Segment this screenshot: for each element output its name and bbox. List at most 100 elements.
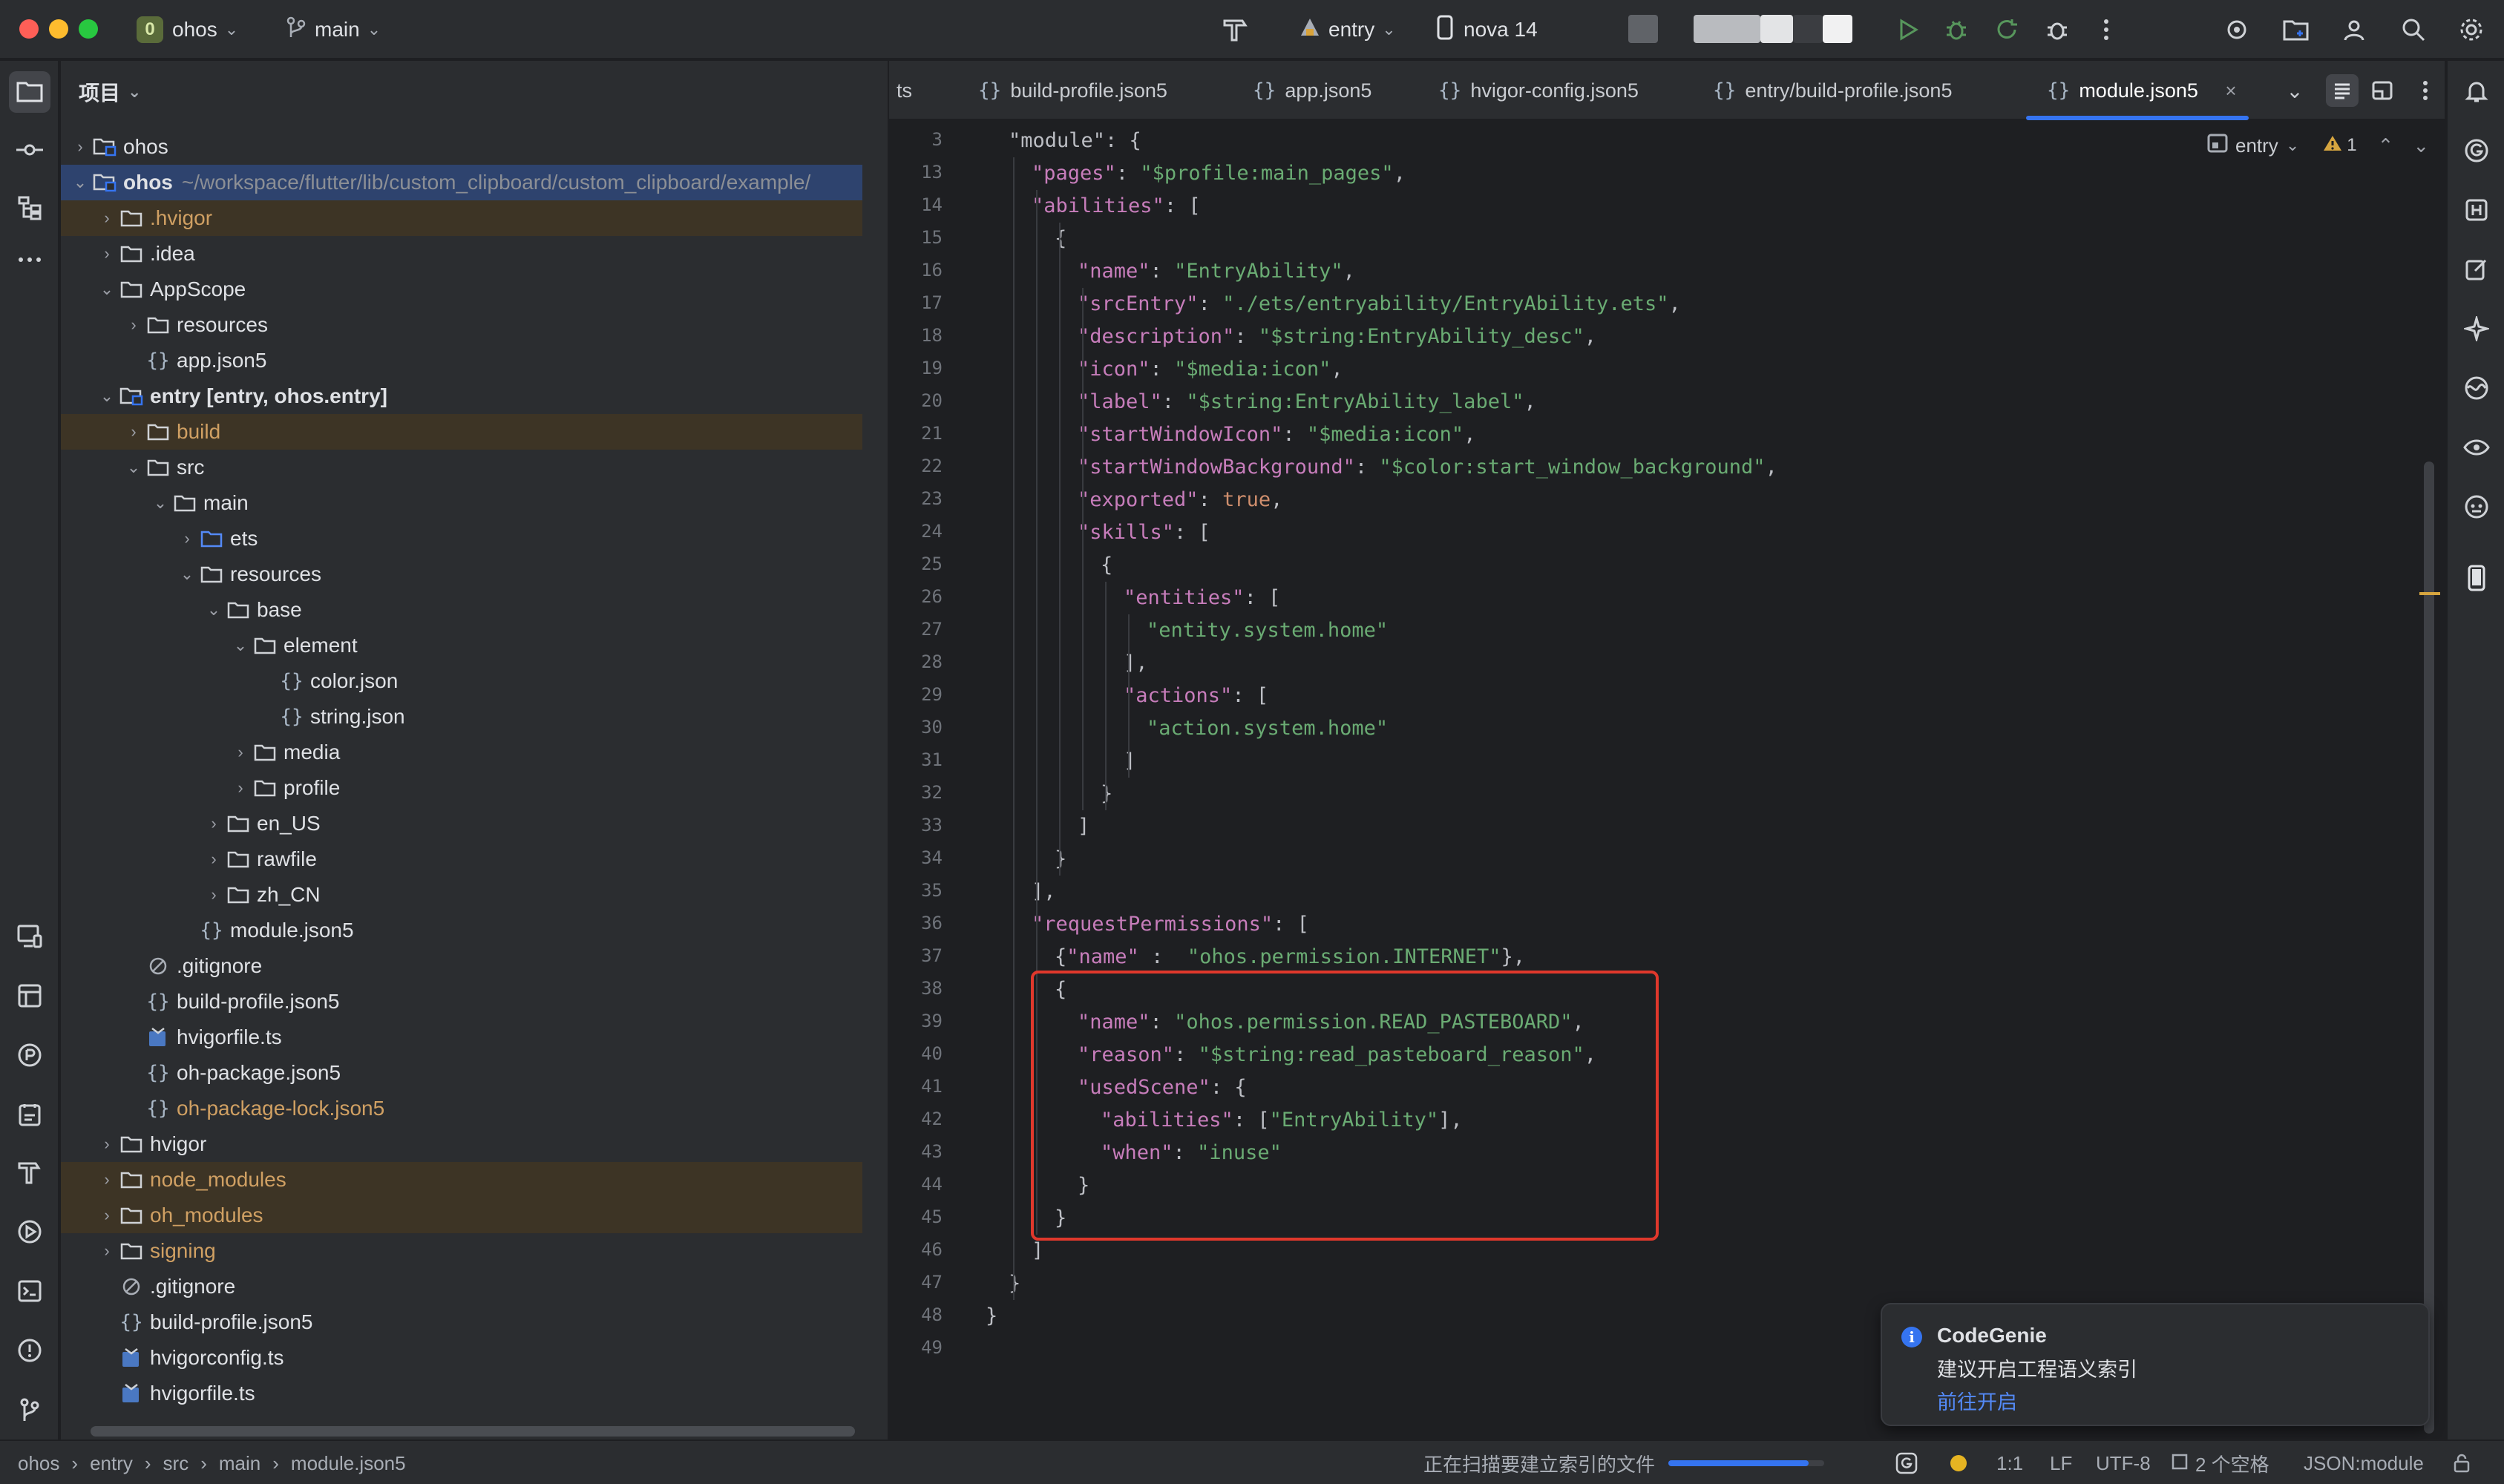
tree-item[interactable]: ⌄ AppScope xyxy=(61,272,862,307)
codegenie-icon[interactable] xyxy=(2221,13,2253,46)
breadcrumb-item[interactable]: ohos xyxy=(18,1452,59,1475)
commit-icon[interactable] xyxy=(9,129,50,171)
tree-item[interactable]: hvigorfile.ts xyxy=(61,1020,862,1055)
terminal-icon[interactable] xyxy=(9,1270,50,1312)
tree-item[interactable]: › signing xyxy=(61,1233,862,1269)
chevron-right-icon[interactable]: › xyxy=(95,209,119,228)
version-control-icon[interactable] xyxy=(9,1389,50,1431)
zoom-window-button[interactable] xyxy=(79,19,98,39)
chevron-right-icon[interactable]: › xyxy=(122,422,145,441)
tree-item[interactable]: {} build-profile.json5 xyxy=(61,1304,862,1340)
tree-item[interactable]: › media xyxy=(61,735,862,770)
project-switcher[interactable]: 0 ohos ⌄ xyxy=(137,15,238,45)
project-panel-header[interactable]: 项目 ⌄ xyxy=(79,76,141,108)
more-vertical-icon[interactable] xyxy=(2090,13,2123,46)
hammer-icon[interactable] xyxy=(1219,13,1251,46)
tree-item[interactable]: ⌄ element xyxy=(61,628,862,663)
tree-item[interactable]: › ohos xyxy=(61,129,862,165)
tree-item[interactable]: › hvigor xyxy=(61,1126,862,1162)
breadcrumb-item[interactable]: src xyxy=(163,1452,189,1475)
chevron-down-icon[interactable]: ⌄ xyxy=(95,387,119,406)
device-manager-icon[interactable] xyxy=(9,916,50,957)
tree-item[interactable]: › .idea xyxy=(61,236,862,272)
run-tool-icon[interactable] xyxy=(9,1211,50,1252)
harmony-h-icon[interactable] xyxy=(2457,190,2497,230)
chevron-right-icon[interactable]: › xyxy=(95,1135,119,1154)
warning-marker[interactable] xyxy=(2419,592,2440,595)
chevron-right-icon[interactable]: › xyxy=(68,137,92,157)
caret-position[interactable]: 1:1 xyxy=(1996,1451,2023,1475)
more-vertical-icon[interactable] xyxy=(2409,74,2442,107)
ai-sparkle-icon[interactable] xyxy=(2457,309,2497,349)
chevron-right-icon[interactable]: › xyxy=(95,244,119,263)
run-config-selector[interactable]: entry ⌄ xyxy=(1299,15,1396,45)
tree-item[interactable]: › resources xyxy=(61,307,862,343)
problems-icon[interactable] xyxy=(9,1330,50,1371)
chevron-down-icon[interactable]: ⌄ xyxy=(122,458,145,477)
tree-item[interactable]: hvigorconfig.ts xyxy=(61,1340,862,1376)
close-window-button[interactable] xyxy=(19,19,39,39)
next-highlight-chevron-icon[interactable]: ⌄ xyxy=(2413,134,2429,157)
previous-highlight-chevron-icon[interactable]: ⌃ xyxy=(2378,134,2394,157)
more-horizontal-icon[interactable] xyxy=(9,239,50,280)
notification-enable-link[interactable]: 前往开启 xyxy=(1937,1386,2017,1415)
tree-item[interactable]: {} app.json5 xyxy=(61,343,862,378)
branch-switcher[interactable]: main ⌄ xyxy=(286,15,381,45)
tree-item[interactable]: › profile xyxy=(61,770,862,806)
chevron-down-icon[interactable]: ⌄ xyxy=(175,565,199,584)
chevron-right-icon[interactable]: › xyxy=(202,850,226,869)
line-separator[interactable]: LF xyxy=(2050,1451,2072,1475)
editor-tab[interactable]: {} build-profile.json5 xyxy=(978,73,1167,108)
chevron-right-icon[interactable]: › xyxy=(202,885,226,904)
project-folder-icon[interactable] xyxy=(9,71,50,113)
read-only-lock-icon[interactable] xyxy=(2452,1451,2471,1475)
tree-item[interactable]: ⌄ src xyxy=(61,450,862,485)
codegenie-g-icon[interactable] xyxy=(2457,131,2497,171)
breadcrumb-item[interactable]: main xyxy=(219,1452,260,1475)
tree-item[interactable]: › rawfile xyxy=(61,841,862,877)
apply-changes-icon[interactable] xyxy=(1990,13,2023,46)
tree-item[interactable]: {} color.json xyxy=(61,663,862,699)
chevron-right-icon[interactable]: › xyxy=(95,1206,119,1225)
codegenie-status-icon[interactable] xyxy=(1895,1451,1918,1475)
tree-item[interactable]: {} module.json5 xyxy=(61,913,862,948)
chevron-down-icon[interactable]: ⌄ xyxy=(68,173,92,192)
reader-mode-icon[interactable] xyxy=(2326,74,2359,107)
editor-tab[interactable]: {} app.json5 xyxy=(1253,73,1371,108)
chevron-down-icon[interactable]: ⌄ xyxy=(202,600,226,620)
robot-icon[interactable] xyxy=(2457,487,2497,527)
device-selector[interactable]: nova 14 xyxy=(1437,15,1538,45)
profiler-icon[interactable] xyxy=(2041,13,2074,46)
profiler-wave-icon[interactable] xyxy=(2457,368,2497,408)
code-area[interactable]: "module": {"pages": "$profile:main_pages… xyxy=(963,120,2373,1439)
breadcrumb-item[interactable]: module.json5 xyxy=(291,1452,406,1475)
chevron-right-icon[interactable]: › xyxy=(229,743,252,762)
editor-tab[interactable]: ts xyxy=(897,73,912,108)
editor-tab[interactable]: {} hvigor-config.json5 xyxy=(1438,73,1639,108)
chevron-right-icon[interactable]: › xyxy=(95,1241,119,1261)
settings-gear-icon[interactable] xyxy=(2455,13,2488,46)
tree-item[interactable]: › ets xyxy=(61,521,862,556)
chevron-right-icon[interactable]: › xyxy=(95,1170,119,1189)
tree-item[interactable]: › .hvigor xyxy=(61,200,862,236)
chevron-right-icon[interactable]: › xyxy=(175,529,199,548)
chevron-down-icon[interactable]: ⌄ xyxy=(95,280,119,299)
tree-item[interactable]: › zh_CN xyxy=(61,877,862,913)
tree-item[interactable]: {} oh-package.json5 xyxy=(61,1055,862,1091)
tree-item[interactable]: ⌄ entry [entry, ohos.entry] xyxy=(61,378,862,414)
json-schema[interactable]: JSON:module xyxy=(2304,1451,2424,1475)
tree-item[interactable]: .gitignore xyxy=(61,1269,862,1304)
tree-item[interactable]: ⌄ resources xyxy=(61,556,862,592)
todo-icon[interactable] xyxy=(9,1094,50,1135)
chevron-right-icon[interactable]: › xyxy=(229,778,252,798)
tree-item[interactable]: ⌄ main xyxy=(61,485,862,521)
structure-icon[interactable] xyxy=(9,187,50,229)
file-encoding[interactable]: UTF-8 xyxy=(2096,1451,2151,1475)
project-structure-icon[interactable] xyxy=(2280,13,2313,46)
editor-tab[interactable]: {} entry/build-profile.json5 xyxy=(1713,73,1952,108)
tree-item[interactable]: › build xyxy=(61,414,862,450)
chevron-right-icon[interactable]: › xyxy=(202,814,226,833)
tree-horizontal-scrollbar[interactable] xyxy=(91,1426,855,1437)
edit-icon[interactable] xyxy=(2457,249,2497,289)
tab-list-chevron-icon[interactable]: ⌄ xyxy=(2278,74,2311,107)
